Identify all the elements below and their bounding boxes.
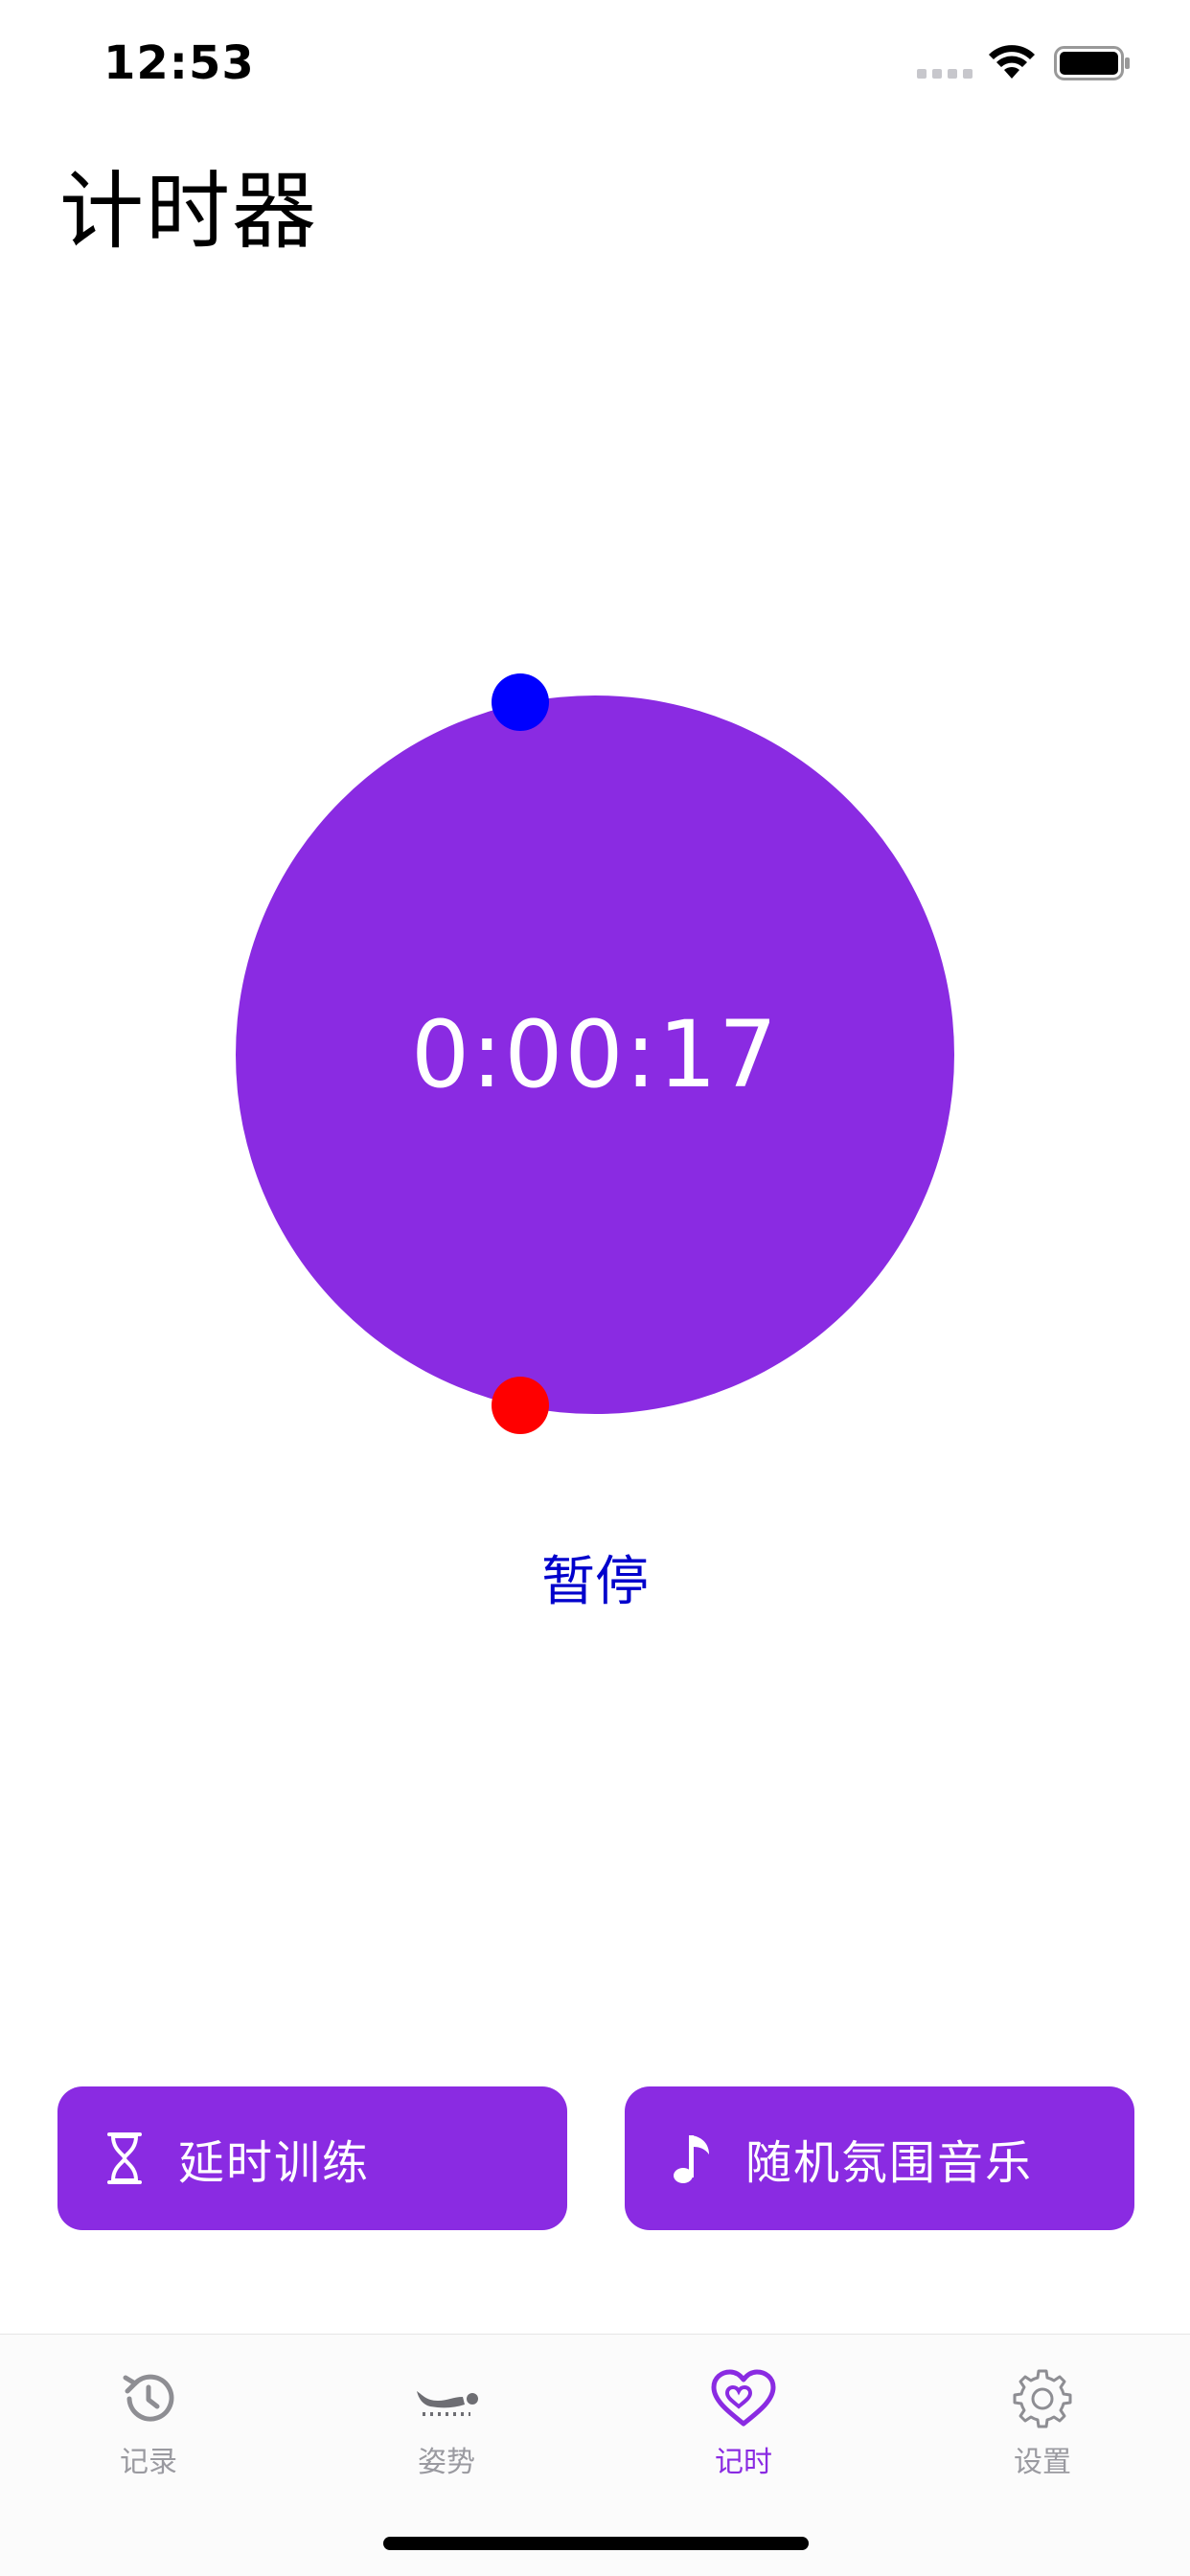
hourglass-icon [100, 2130, 149, 2187]
pause-button[interactable]: 暂停 [499, 1539, 691, 1615]
home-indicator[interactable] [383, 2537, 809, 2550]
pose-icon [413, 2365, 480, 2432]
timer-circle[interactable]: 0:00:17 [236, 695, 954, 1414]
tab-timer[interactable]: 记时 [638, 2365, 849, 2499]
start-handle[interactable] [492, 673, 549, 731]
timer-display: 0:00:17 [410, 1001, 780, 1108]
delay-training-button[interactable]: 延时训练 [57, 2086, 567, 2230]
tab-settings-label: 设置 [1014, 2446, 1071, 2479]
signal-dots-icon [917, 69, 973, 79]
delay-training-label: 延时训练 [178, 2136, 371, 2190]
tab-records-label: 记录 [120, 2446, 177, 2479]
status-bar: 12:53 [0, 0, 1190, 126]
status-time: 12:53 [103, 36, 255, 90]
battery-icon [1054, 46, 1130, 80]
wifi-icon [989, 45, 1035, 79]
page-title: 计时器 [59, 162, 319, 261]
tab-poses-label: 姿势 [418, 2446, 475, 2479]
heart-icon [710, 2365, 777, 2432]
tab-poses[interactable]: 姿势 [341, 2365, 552, 2499]
gear-icon [1009, 2365, 1076, 2432]
tab-timer-label: 记时 [715, 2446, 772, 2479]
random-music-button[interactable]: 随机氛围音乐 [625, 2086, 1134, 2230]
random-music-label: 随机氛围音乐 [745, 2136, 1034, 2190]
tab-records[interactable]: 记录 [43, 2365, 254, 2499]
history-icon [115, 2365, 182, 2432]
end-handle[interactable] [492, 1377, 549, 1434]
music-note-icon [667, 2130, 717, 2187]
tab-settings[interactable]: 设置 [937, 2365, 1148, 2499]
